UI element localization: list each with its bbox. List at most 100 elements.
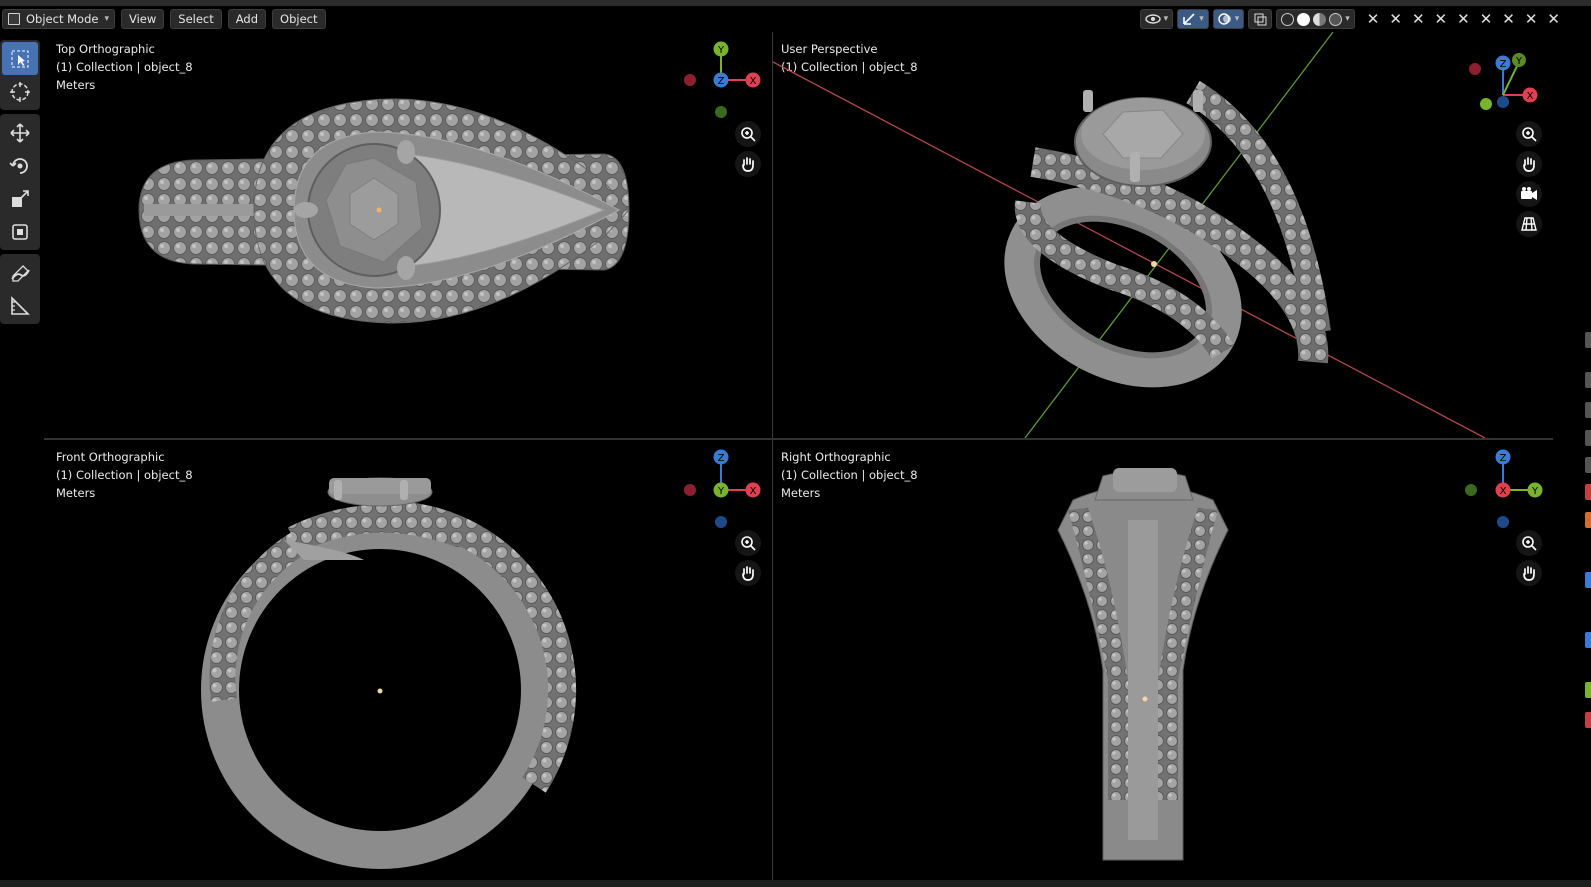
viewport-user-perspective[interactable]: User Perspective (1) Collection | object… — [773, 32, 1553, 438]
properties-tab[interactable] — [1585, 430, 1591, 446]
zoom-icon — [741, 536, 756, 551]
object-mode-icon — [8, 13, 20, 25]
menu-view[interactable]: View — [120, 9, 165, 29]
rotate-icon — [9, 157, 28, 174]
navigation-gizmo[interactable]: Y X Z — [684, 40, 766, 130]
navigation-gizmo[interactable]: Z Y X — [1463, 448, 1548, 538]
hand-icon — [1523, 566, 1535, 581]
origin-point — [1151, 261, 1157, 267]
tool-annotate[interactable] — [2, 256, 38, 289]
overlay-icon — [1218, 13, 1231, 25]
scale-icon — [12, 189, 29, 207]
select-box-icon — [11, 50, 29, 67]
ring-model-top-view — [138, 98, 630, 324]
header-right-controls: ▾ ▾ ▾ ▾ ✕ ✕ ✕ ✕ ✕ ✕ ✕ ✕ ✕ — [1139, 6, 1560, 32]
gizmo-y-label: Y — [1515, 56, 1523, 67]
cursor-icon — [10, 81, 30, 102]
pan-button[interactable] — [735, 151, 761, 177]
annotate-icon — [11, 264, 30, 282]
hand-icon — [1523, 157, 1535, 172]
viewport-front-orthographic[interactable]: Front Orthographic (1) Collection | obje… — [44, 440, 772, 880]
tool-group-select — [0, 40, 40, 110]
properties-tab[interactable] — [1585, 372, 1591, 388]
material-shading-icon[interactable] — [1313, 12, 1327, 26]
properties-tab[interactable] — [1585, 457, 1591, 473]
chevron-down-icon: ▾ — [1234, 14, 1240, 24]
properties-tab[interactable] — [1585, 402, 1591, 418]
origin-point — [1142, 696, 1148, 702]
zoom-button[interactable] — [1516, 121, 1542, 147]
gizmo-y-label: Y — [717, 45, 725, 56]
close-icon[interactable]: ✕ — [1389, 10, 1402, 28]
eye-icon — [1144, 14, 1161, 24]
chevron-down-icon: ▾ — [1345, 14, 1350, 24]
solid-shading-icon[interactable] — [1297, 12, 1311, 26]
properties-tab[interactable] — [1585, 712, 1591, 728]
tool-group-transform — [0, 114, 40, 250]
camera-view-button[interactable] — [1516, 181, 1542, 207]
overlay-toggle[interactable]: ▾ — [1212, 9, 1245, 29]
menu-object[interactable]: Object — [272, 9, 326, 29]
pan-button[interactable] — [1516, 560, 1542, 586]
properties-tab[interactable] — [1585, 484, 1591, 500]
gizmo-toggle[interactable]: ▾ — [1177, 9, 1209, 29]
pan-button[interactable] — [1516, 151, 1542, 177]
menu-add[interactable]: Add — [227, 9, 267, 29]
properties-tab-strip — [1553, 32, 1591, 880]
properties-tab[interactable] — [1585, 512, 1591, 528]
gizmo-z-label: Z — [1500, 453, 1507, 464]
tool-group-annotate — [0, 254, 40, 324]
pan-button[interactable] — [735, 560, 761, 586]
zoom-button[interactable] — [735, 530, 761, 556]
rendered-shading-icon[interactable] — [1329, 12, 1343, 26]
xray-toggle[interactable] — [1248, 9, 1273, 29]
close-icon[interactable]: ✕ — [1525, 10, 1538, 28]
tool-transform[interactable] — [2, 215, 38, 248]
gizmo-icon — [1183, 13, 1195, 25]
tool-measure[interactable] — [2, 289, 38, 322]
close-icon[interactable]: ✕ — [1435, 10, 1448, 28]
properties-tab[interactable] — [1585, 332, 1591, 348]
move-icon — [10, 122, 30, 143]
visibility-toggle[interactable]: ▾ — [1139, 9, 1174, 29]
properties-tab[interactable] — [1585, 682, 1591, 698]
tool-rotate[interactable] — [2, 149, 38, 182]
close-icon[interactable]: ✕ — [1457, 10, 1470, 28]
gizmo-y-label: Y — [717, 486, 725, 497]
viewport-right-orthographic[interactable]: Right Orthographic (1) Collection | obje… — [773, 440, 1553, 880]
grid-icon — [1521, 217, 1537, 231]
tool-scale[interactable] — [2, 182, 38, 215]
chevron-down-icon: ▾ — [104, 14, 109, 24]
zoom-icon — [1522, 536, 1537, 551]
close-icon[interactable]: ✕ — [1367, 10, 1380, 28]
properties-tab[interactable] — [1585, 572, 1591, 588]
close-icon[interactable]: ✕ — [1547, 10, 1560, 28]
gizmo-x-label: X — [1527, 91, 1534, 102]
properties-tab[interactable] — [1585, 632, 1591, 648]
transform-icon — [12, 223, 28, 240]
close-icon[interactable]: ✕ — [1502, 10, 1515, 28]
ring-model-perspective-view — [773, 32, 1486, 438]
tool-move[interactable] — [2, 116, 38, 149]
object-mode-dropdown[interactable]: Object Mode ▾ — [2, 9, 115, 29]
viewport-top-orthographic[interactable]: Top Orthographic (1) Collection | object… — [44, 32, 772, 438]
tool-shelf — [0, 40, 40, 328]
origin-point — [376, 207, 382, 213]
zoom-button[interactable] — [735, 121, 761, 147]
tool-select-box[interactable] — [2, 42, 38, 75]
tool-cursor[interactable] — [2, 75, 38, 108]
close-icon[interactable]: ✕ — [1480, 10, 1493, 28]
xray-icon — [1254, 13, 1267, 26]
shading-buttons: ▾ — [1276, 9, 1355, 29]
zoom-icon — [1522, 127, 1537, 142]
wireframe-shading-icon[interactable] — [1281, 12, 1295, 26]
zoom-button[interactable] — [1516, 530, 1542, 556]
navigation-gizmo[interactable]: Y Z X — [1463, 50, 1548, 130]
ring-model-front-view — [201, 477, 577, 869]
gizmo-z-label: Z — [718, 453, 725, 464]
toggle-projection-button[interactable] — [1516, 211, 1542, 237]
menu-select[interactable]: Select — [170, 9, 222, 29]
camera-icon — [1521, 187, 1537, 200]
close-icon[interactable]: ✕ — [1412, 10, 1425, 28]
navigation-gizmo[interactable]: Z X Y — [684, 448, 766, 538]
